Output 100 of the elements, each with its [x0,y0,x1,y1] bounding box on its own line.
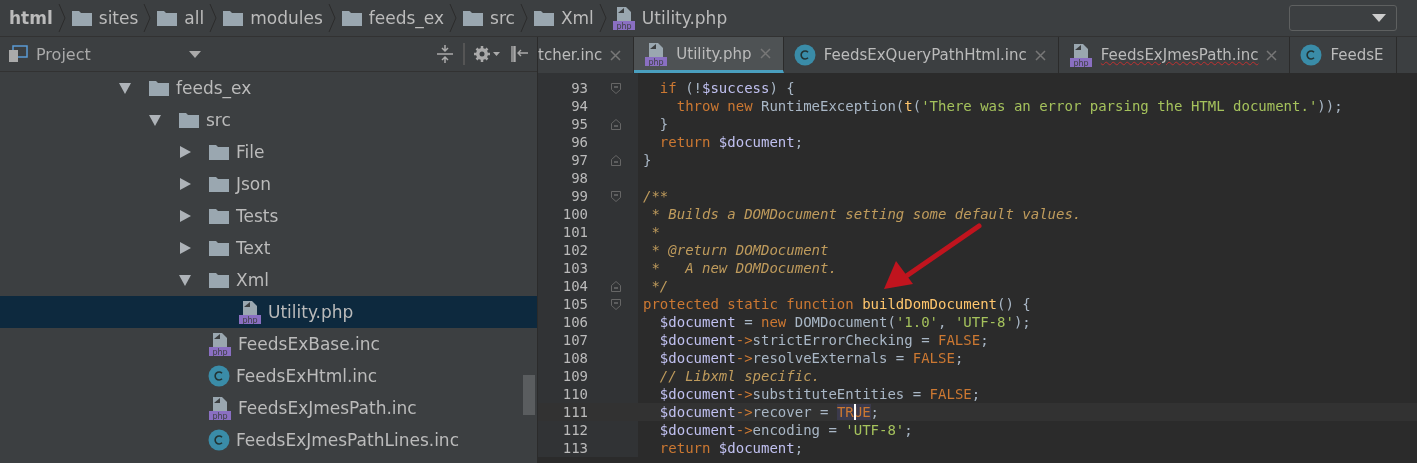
code-line: * A new DOMDocument. [650,260,837,276]
code-line: /** [643,188,669,204]
line-number: 102 [561,242,588,258]
scrollbar-thumb[interactable] [523,375,535,415]
code-line: * Builds a DOMDocument setting some default values. [650,206,1082,222]
tree-item[interactable]: php FeedsExBase.inc [0,328,537,360]
expanded-arrow-icon[interactable] [148,113,162,127]
tree-label: File [236,142,265,162]
line-number: 111 [561,404,588,420]
line-number: 101 [561,224,588,240]
breadcrumb-item[interactable]: php Utility.php [606,6,733,30]
tree-item[interactable]: FeedsExHtml.inc [0,360,537,392]
collapsed-arrow-icon[interactable] [178,145,192,159]
tree-item[interactable]: Xml [0,264,537,296]
code-line: $document->substituteEntities = FALSE; [658,386,981,402]
code-line: } [658,116,669,132]
folder-icon [208,175,230,193]
fold-marker-icon[interactable] [610,280,621,292]
settings-icon[interactable] [473,45,501,63]
folder-icon [532,9,555,27]
dropdown-caret-icon[interactable] [188,50,201,58]
tree-item[interactable]: Text [0,232,537,264]
tree-item[interactable]: Json [0,168,537,200]
line-number: 110 [561,386,588,402]
close-icon[interactable] [1266,49,1278,61]
editor-tab[interactable]: php Utility.php [634,37,784,73]
fold-marker-icon[interactable] [610,154,621,166]
fold-marker-icon[interactable] [610,82,621,94]
collapsed-arrow-icon[interactable] [178,241,192,255]
breadcrumb-item[interactable]: html [4,8,58,28]
class-icon [793,44,816,66]
close-icon[interactable] [610,49,622,61]
tree-label: Utility.php [268,302,354,322]
hide-panel-icon[interactable] [509,44,529,64]
line-number: 94 [570,98,588,114]
tree-item[interactable]: feeds_ex [0,72,537,104]
folder-icon [340,9,363,27]
folder-icon [208,207,230,225]
tree-item[interactable]: FeedsExJmesPathLines.inc [0,424,537,456]
line-number: 109 [561,368,588,384]
code-line: $document = new DOMDocument('1.0', 'UTF-8'); [658,314,1031,330]
tree-label: Xml [236,270,269,290]
collapsed-arrow-icon[interactable] [178,177,192,191]
fold-marker-icon[interactable] [610,298,621,310]
tree-label: src [206,110,231,130]
class-icon [1300,44,1323,66]
tree-item[interactable]: Tests [0,200,537,232]
code-line: * @return DOMDocument [650,242,829,258]
line-number: 96 [570,134,588,150]
tree-item[interactable]: php Utility.php [0,296,537,328]
line-number: 108 [561,350,588,366]
collapse-icon[interactable] [435,44,455,64]
collapsed-arrow-icon[interactable] [178,209,192,223]
dropdown[interactable] [1289,5,1397,31]
tree-label: Tests [236,206,279,226]
line-number: 93 [570,80,588,96]
expanded-arrow-icon[interactable] [118,81,132,95]
breadcrumb-item[interactable]: sites [65,8,144,28]
close-icon[interactable] [1034,49,1046,61]
code-line: $document->strictErrorChecking = FALSE; [658,332,989,348]
folder-icon [178,111,200,129]
panel-title[interactable]: Project [36,44,91,64]
tree-label: Text [236,238,271,258]
line-number: 103 [561,260,588,276]
line-number: 95 [570,116,588,132]
tree-item[interactable]: php FeedsExJmesPath.inc [0,392,537,424]
line-number: 98 [570,170,588,186]
code-line: return $document; [658,134,804,150]
close-icon[interactable] [759,48,771,59]
tree-item[interactable]: File [0,136,537,168]
line-number: 104 [561,278,588,294]
expanded-arrow-icon[interactable] [178,273,192,287]
line-number: 100 [561,206,588,222]
breadcrumb-item[interactable]: feeds_ex [335,8,450,28]
breadcrumb-item[interactable]: modules [217,8,328,28]
code-line: protected static function buildDomDocument() { [643,296,1031,312]
class-icon [208,429,230,451]
fold-marker-icon[interactable] [610,190,621,202]
tree-label: FeedsExBase.inc [238,334,380,354]
fold-marker-icon[interactable] [610,118,621,130]
caret-icon [1372,14,1386,22]
tree-item[interactable]: src [0,104,537,136]
code-line: return $document; [658,440,804,456]
tree-label: FeedsExHtml.inc [236,366,378,386]
line-number: 113 [561,440,588,456]
line-number: 97 [570,152,588,168]
breadcrumb-item[interactable]: Xml [527,8,599,28]
tree-label: FeedsExJmesPath.inc [238,398,417,418]
folder-icon [70,9,93,27]
code-line: throw new RuntimeException(t('There was an error parsing the HTML document.')); [675,98,1343,114]
tree-label: FeedsExJmesPathLines.inc [236,430,459,450]
folder-icon [208,271,230,289]
code-line: $document->encoding = 'UTF-8'; [658,422,913,438]
code-line: } [643,152,652,168]
line-number: 99 [570,188,588,204]
breadcrumb-item[interactable]: src [457,8,520,28]
line-number: 107 [561,332,588,348]
folder-icon [156,9,179,27]
code-line: // Libxml specific. [658,368,820,384]
breadcrumb-item[interactable]: all [151,8,210,28]
